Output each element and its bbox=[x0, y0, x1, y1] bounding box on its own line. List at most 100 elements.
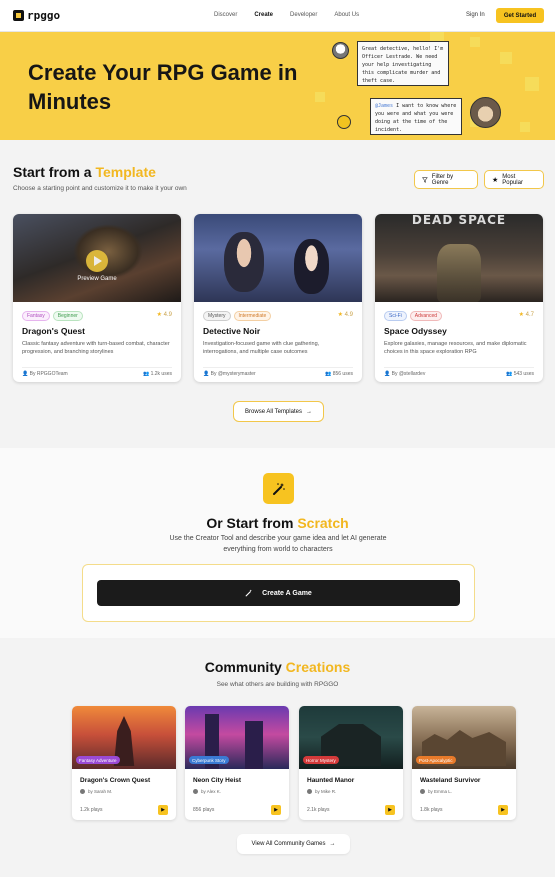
avatar bbox=[420, 789, 425, 794]
author: 👤 By @mysterymaster bbox=[203, 371, 256, 377]
play-icon[interactable] bbox=[86, 250, 108, 272]
users-icon: 👥 bbox=[506, 371, 513, 377]
astronaut-art bbox=[437, 244, 481, 302]
pixel-deco bbox=[520, 122, 530, 132]
nav-link-developer[interactable]: Developer bbox=[290, 12, 317, 18]
play-count: 2.1k plays bbox=[307, 807, 330, 813]
tag-mystery: Mystery bbox=[203, 311, 231, 321]
game-title: Dragon's Crown Quest bbox=[80, 777, 151, 784]
arrow-right-icon: → bbox=[305, 408, 312, 415]
tag-beginner: Beginner bbox=[52, 311, 83, 321]
tag-list: Sci-Fi Advanced bbox=[384, 311, 443, 321]
detective-avatar bbox=[470, 97, 501, 128]
star-icon: ★ bbox=[156, 312, 162, 318]
play-button[interactable]: ▶ bbox=[498, 805, 508, 815]
rating: ★ 4.9 bbox=[338, 311, 353, 318]
top-nav: rpggo Discover Create Developer About Us… bbox=[0, 0, 555, 32]
magic-wand-icon bbox=[263, 473, 294, 504]
character-art bbox=[294, 239, 329, 294]
user-icon: 👤 bbox=[203, 371, 210, 377]
logo[interactable]: rpggo bbox=[13, 9, 60, 22]
filter-genre-button[interactable]: Filter by Genre bbox=[414, 170, 478, 189]
author-text: By @stellardev bbox=[391, 371, 426, 377]
play-button[interactable]: ▶ bbox=[158, 805, 168, 815]
star-icon: ★ bbox=[492, 176, 499, 184]
game-title: Wasteland Survivor bbox=[420, 777, 481, 784]
templates-subtitle: Choose a starting point and customize it… bbox=[13, 185, 187, 192]
author-text: by Mike R. bbox=[315, 789, 337, 794]
template-image bbox=[194, 214, 362, 302]
genre-badge: Horror Mystery bbox=[303, 756, 339, 764]
rating: ★ 4.9 bbox=[157, 311, 172, 318]
avatar bbox=[80, 789, 85, 794]
get-started-button[interactable]: Get Started bbox=[496, 8, 544, 23]
community-title: Community Creations bbox=[0, 659, 555, 675]
browse-templates-button[interactable]: Browse All Templates → bbox=[233, 401, 324, 422]
sign-in-link[interactable]: Sign In bbox=[466, 12, 485, 18]
game-title: Neon City Heist bbox=[193, 777, 242, 784]
uses-text: 543 uses bbox=[513, 371, 534, 377]
play-count: 1.8k plays bbox=[420, 807, 443, 813]
uses-text: 856 uses bbox=[332, 371, 353, 377]
play-count: 1.2k plays bbox=[80, 807, 103, 813]
tag-fantasy: Fantasy bbox=[22, 311, 50, 321]
game-author: by Mike R. bbox=[307, 789, 336, 794]
chat-bubble-player: @James I want to know where you were and… bbox=[370, 98, 462, 135]
logo-icon bbox=[13, 10, 24, 21]
rating: ★ 4.7 bbox=[519, 311, 534, 318]
community-game-card[interactable]: Cyberpunk Story Neon City Heist by Alex … bbox=[185, 706, 289, 820]
rating-value: 4.9 bbox=[163, 312, 172, 318]
most-popular-button[interactable]: ★ Most Popular bbox=[484, 170, 544, 189]
community-game-card[interactable]: Horror Mystery Haunted Manor by Mike R. … bbox=[299, 706, 403, 820]
template-title: Dragon's Quest bbox=[22, 326, 85, 336]
play-button[interactable]: ▶ bbox=[385, 805, 395, 815]
template-card-dragons-quest[interactable]: Preview Game Fantasy Beginner ★ 4.9 Drag… bbox=[13, 214, 181, 382]
dragon-art bbox=[73, 224, 143, 279]
pixel-deco bbox=[500, 52, 512, 64]
tag-sci-fi: Sci-Fi bbox=[384, 311, 407, 321]
game-author: by Emma L. bbox=[420, 789, 452, 794]
avatar bbox=[307, 789, 312, 794]
community-game-card[interactable]: Post-Apocalyptic Wasteland Survivor by E… bbox=[412, 706, 516, 820]
magic-wand-icon bbox=[245, 589, 253, 597]
tag-intermediate: Intermediate bbox=[233, 311, 272, 321]
nav-link-about-us[interactable]: About Us bbox=[334, 12, 359, 18]
game-image: Fantasy Adventure bbox=[72, 706, 176, 769]
template-desc: Explore galaxies, manage resources, and … bbox=[384, 341, 527, 355]
scratch-subtitle: Use the Creator Tool and describe your g… bbox=[169, 535, 387, 553]
mention-tag: @James bbox=[375, 103, 394, 109]
user-icon: 👤 bbox=[22, 371, 29, 377]
tag-list: Fantasy Beginner bbox=[22, 311, 83, 321]
game-author: by Sarah M. bbox=[80, 789, 112, 794]
play-button[interactable]: ▶ bbox=[271, 805, 281, 815]
rating-value: 4.9 bbox=[344, 312, 353, 318]
genre-badge: Post-Apocalyptic bbox=[416, 756, 456, 764]
hero-title: Create Your RPG Game in Minutes bbox=[28, 60, 298, 114]
users-icon: 👥 bbox=[142, 371, 150, 377]
play-count: 856 plays bbox=[193, 807, 215, 813]
templates-title-pre: Start from a bbox=[13, 164, 96, 180]
template-card-space-odyssey[interactable]: DEAD SPACE Sci-Fi Advanced ★ 4.7 Space O… bbox=[375, 214, 543, 382]
template-card-detective-noir[interactable]: Mystery Intermediate ★ 4.9 Detective Noi… bbox=[194, 214, 362, 382]
uses-text: 1.2k uses bbox=[150, 371, 172, 377]
author-text: By @mysterymaster bbox=[210, 371, 256, 377]
avatar bbox=[193, 789, 198, 794]
template-image: Preview Game bbox=[13, 214, 181, 302]
pixel-deco bbox=[525, 77, 539, 91]
nav-link-create[interactable]: Create bbox=[254, 12, 273, 18]
scratch-title-highlight: Scratch bbox=[297, 515, 349, 531]
create-game-button[interactable]: Create A Game bbox=[97, 580, 460, 606]
logo-text: rpggo bbox=[27, 9, 61, 22]
game-author: by Alex K. bbox=[193, 789, 221, 794]
nav-link-discover[interactable]: Discover bbox=[214, 12, 237, 18]
arrow-right-icon: → bbox=[329, 841, 336, 847]
user-icon: 👤 bbox=[384, 371, 391, 377]
character-art bbox=[224, 232, 264, 292]
community-game-card[interactable]: Fantasy Adventure Dragon's Crown Quest b… bbox=[72, 706, 176, 820]
sort-label: Most Popular bbox=[502, 173, 523, 186]
chat-bubble-officer: Great detective, hello! I'm Officer Lest… bbox=[357, 41, 449, 86]
view-all-community-button[interactable]: View All Community Games → bbox=[237, 834, 350, 854]
preview-game-label: Preview Game bbox=[77, 276, 117, 282]
template-footer: 👤 By @mysterymaster 👥 856 uses bbox=[203, 367, 353, 377]
template-footer: 👤 By @stellardev 👥 543 uses bbox=[384, 367, 534, 377]
